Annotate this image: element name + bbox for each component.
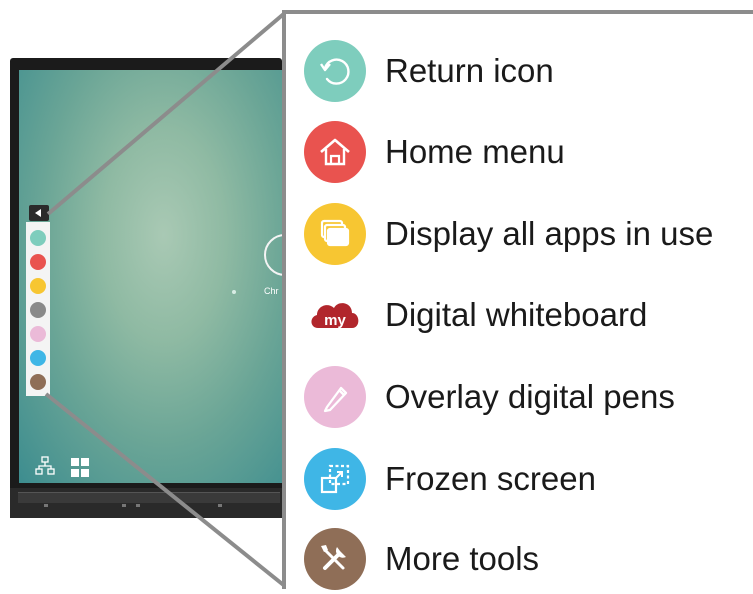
- home-icon[interactable]: [304, 121, 366, 183]
- pen-icon[interactable]: [304, 366, 366, 428]
- menu-item-label: Display all apps in use: [385, 215, 714, 252]
- menu-item-label: More tools: [385, 540, 540, 577]
- menu-item-freeze[interactable]: Frozen screen: [286, 442, 746, 514]
- menu-item-return[interactable]: Return icon: [286, 34, 746, 106]
- menu-item-label: Home menu: [385, 133, 565, 170]
- freeze-icon[interactable]: [304, 448, 366, 510]
- menu-item-tools[interactable]: More tools: [286, 522, 746, 594]
- menu-item-apps[interactable]: Display all apps in use: [286, 197, 746, 269]
- return-icon[interactable]: [304, 40, 366, 102]
- menu-item-home[interactable]: Home menu: [286, 115, 746, 187]
- menu-item-label: Overlay digital pens: [385, 378, 675, 415]
- svg-text:my: my: [324, 312, 346, 329]
- menu-item-pens[interactable]: Overlay digital pens: [286, 360, 746, 432]
- menu-item-whiteboard[interactable]: my Digital whiteboard: [286, 278, 746, 350]
- menu-item-label: Return icon: [385, 52, 554, 89]
- menu-item-label: Digital whiteboard: [385, 296, 648, 333]
- apps-icon[interactable]: [304, 203, 366, 265]
- tools-icon[interactable]: [304, 528, 366, 590]
- menu-item-label: Frozen screen: [385, 460, 596, 497]
- toolbar-zoom-panel: Return icon Home menu Display all apps i…: [282, 10, 753, 590]
- myviewboard-icon[interactable]: my: [304, 284, 366, 346]
